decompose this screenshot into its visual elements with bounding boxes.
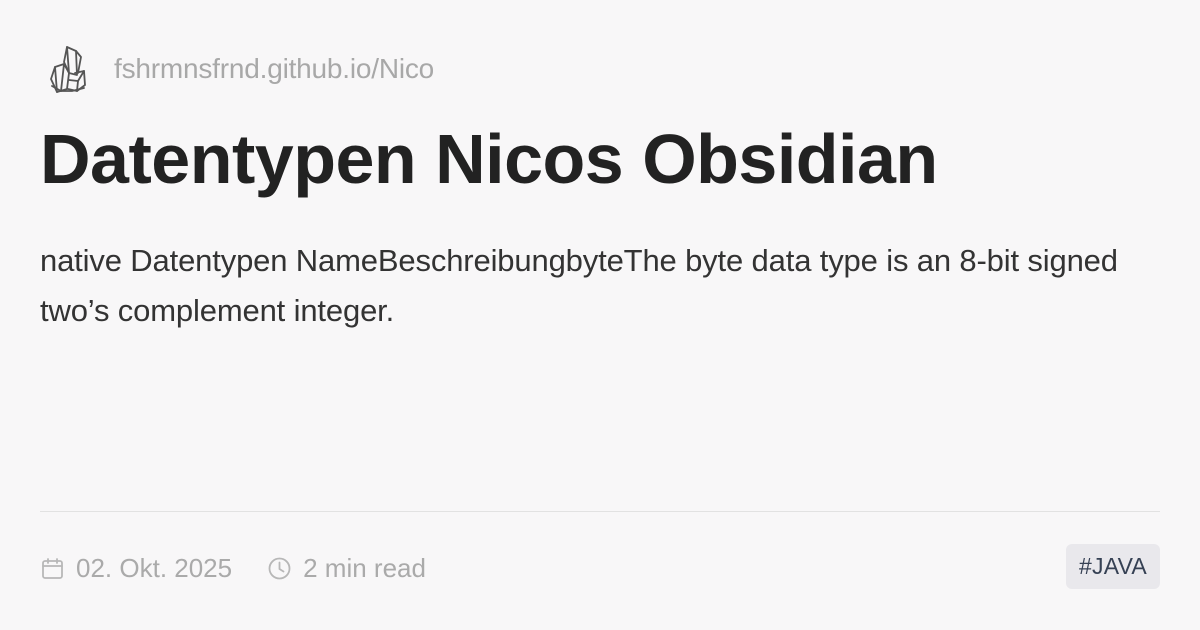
article-meta: 02. Okt. 2025 2 min read [40, 552, 426, 584]
tag-java[interactable]: #JAVA [1066, 544, 1160, 589]
read-time: 2 min read [267, 553, 426, 584]
article-description: native Datentypen NameBeschreibungbyteTh… [40, 243, 1118, 328]
clock-icon [268, 557, 291, 579]
footer-divider [40, 511, 1160, 512]
article-title: Datentypen Nicos Obsidian [40, 120, 938, 198]
read-time-text: 2 min read [303, 552, 426, 583]
publish-date: 02. Okt. 2025 [40, 553, 232, 584]
publish-date-text: 02. Okt. 2025 [76, 552, 233, 583]
site-link-row[interactable]: fshrmnsfrnd.github.io/Nico [47, 42, 434, 96]
crystal-logo-icon [50, 46, 86, 93]
site-url-link[interactable]: fshrmnsfrnd.github.io/Nico [114, 55, 434, 83]
calendar-icon [42, 557, 63, 579]
